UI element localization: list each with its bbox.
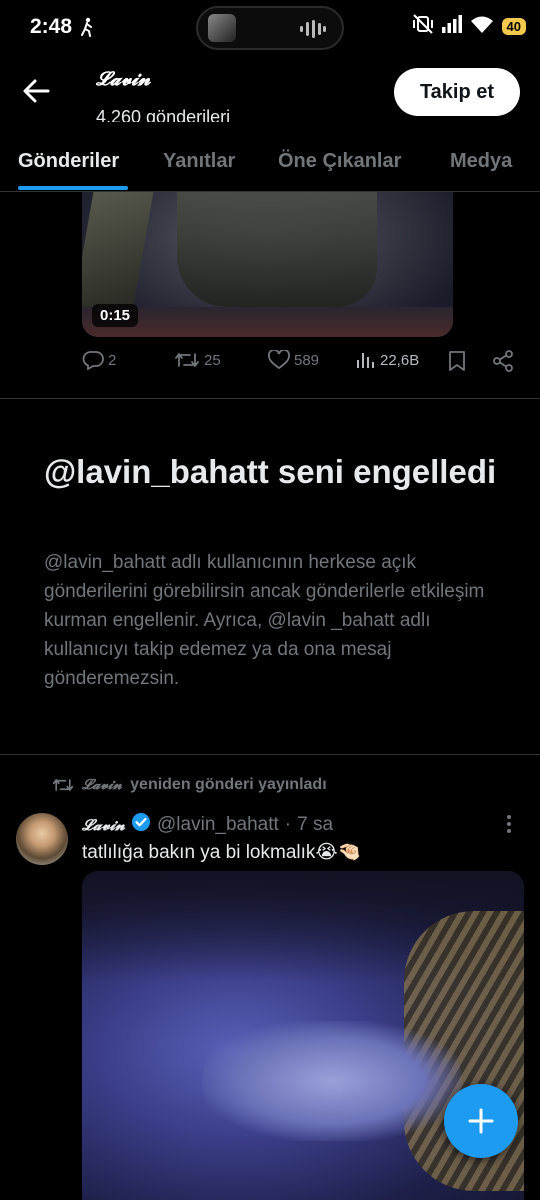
profile-name: 𝓛𝓪𝓿𝓲𝓷 — [96, 68, 151, 90]
video-frame-shape — [82, 192, 154, 322]
divider — [0, 398, 540, 399]
post-time[interactable]: 7 sa — [297, 814, 333, 836]
post-text: tatlılığa bakın ya bi lokmalık😭🤏🏻 — [82, 842, 362, 863]
share-icon[interactable] — [492, 350, 514, 372]
plus-icon — [468, 1108, 494, 1134]
author-name[interactable]: 𝓛𝓪𝓿𝓲𝓷 — [82, 816, 125, 834]
reply-icon — [82, 351, 104, 370]
video-duration-badge: 0:15 — [92, 304, 139, 327]
repost-label: yeniden gönderi yayınladı — [130, 776, 327, 793]
reply-count: 2 — [108, 351, 117, 369]
battery-indicator: 40 — [501, 18, 526, 35]
vibrate-off-icon — [412, 14, 434, 39]
walking-icon — [80, 17, 94, 42]
repost-button[interactable]: 25 — [174, 350, 221, 370]
repost-count: 25 — [204, 351, 221, 369]
views-button[interactable]: 22,6B — [356, 350, 419, 370]
separator-dot: · — [284, 814, 292, 835]
profile-header: 𝓛𝓪𝓿𝓲𝓷 4.260 gönderileri Takip et — [0, 56, 540, 126]
post-actions: 2 25 589 22,6B — [82, 350, 522, 380]
views-icon — [357, 353, 374, 368]
divider — [0, 754, 540, 755]
signal-icon — [441, 15, 462, 38]
bookmark-icon[interactable] — [448, 350, 466, 372]
status-time: 2:48 — [30, 15, 73, 38]
posts-count: 4.260 gönderileri — [96, 107, 231, 122]
repost-icon — [175, 353, 199, 367]
active-tab-indicator — [18, 186, 128, 190]
reply-button[interactable]: 2 — [82, 350, 116, 370]
post-video[interactable] — [82, 871, 524, 1200]
tab-highlights[interactable]: Öne Çıkanlar — [278, 150, 401, 173]
heart-icon — [268, 350, 290, 370]
like-count: 589 — [294, 351, 320, 369]
tab-replies[interactable]: Yanıtlar — [163, 150, 235, 173]
blocked-notice-description: @lavin_bahatt adlı kullanıcının herkese … — [44, 552, 485, 689]
audio-wave-icon — [300, 20, 326, 43]
profile-tabs: Gönderiler Yanıtlar Öne Çıkanlar Medya — [0, 132, 540, 192]
repost-icon — [52, 779, 74, 791]
compose-button[interactable] — [444, 1084, 518, 1158]
status-bar: 2:48 40 — [0, 0, 540, 56]
media-thumbnail — [208, 14, 236, 42]
author-avatar[interactable] — [16, 813, 68, 865]
author-handle[interactable]: @lavin_bahatt — [157, 814, 279, 836]
back-arrow-icon[interactable] — [22, 78, 50, 109]
follow-button[interactable]: Takip et — [394, 68, 520, 116]
repost-indicator: 𝓛𝓪𝓿𝓲𝓷 yeniden gönderi yayınladı — [52, 776, 327, 794]
more-options-icon[interactable] — [506, 814, 512, 839]
repost-by-name[interactable]: 𝓛𝓪𝓿𝓲𝓷 — [82, 777, 122, 793]
verified-badge-icon — [131, 812, 151, 838]
video-frame-shape — [202, 1021, 462, 1141]
tab-posts[interactable]: Gönderiler — [18, 150, 119, 173]
blocked-notice-title: @lavin_bahatt seni engelledi — [44, 453, 497, 490]
view-count: 22,6B — [380, 351, 420, 369]
status-icons: 40 — [412, 14, 526, 39]
wifi-icon — [470, 15, 494, 38]
video-frame-shape — [177, 192, 377, 307]
post-video[interactable]: 0:15 — [82, 192, 453, 337]
tab-media[interactable]: Medya — [450, 150, 512, 173]
dynamic-island[interactable] — [196, 6, 344, 50]
post-header: 𝓛𝓪𝓿𝓲𝓷 @lavin_bahatt · 7 sa — [82, 812, 333, 838]
like-button[interactable]: 589 — [268, 350, 319, 370]
